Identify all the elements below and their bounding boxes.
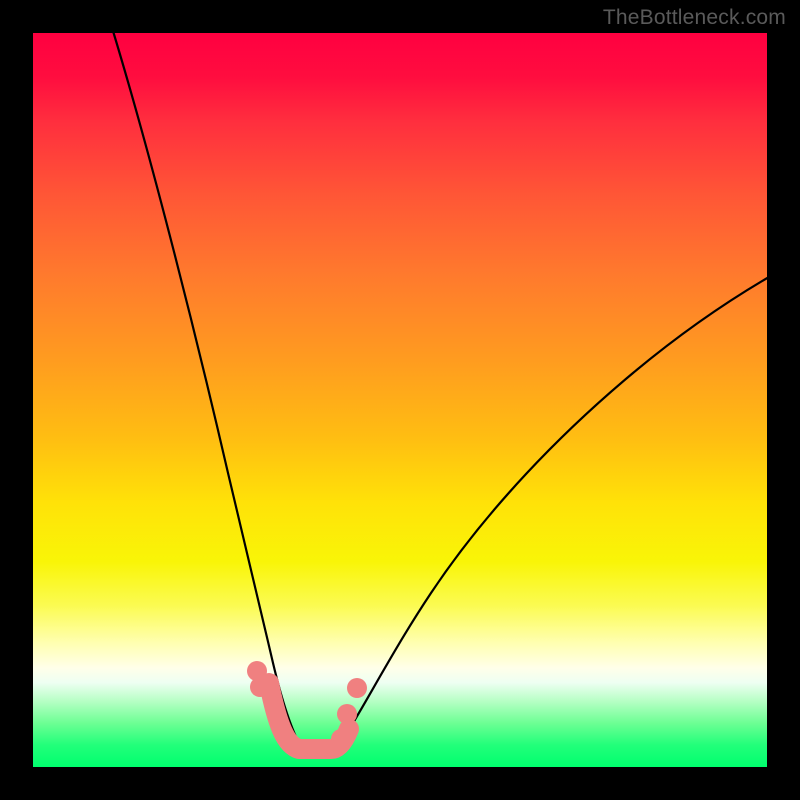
curve-right-branch <box>343 277 769 739</box>
chart-svg <box>33 33 767 767</box>
outer-frame: TheBottleneck.com <box>0 0 800 800</box>
watermark-text: TheBottleneck.com <box>603 6 786 30</box>
curve-left-branch <box>113 31 301 747</box>
